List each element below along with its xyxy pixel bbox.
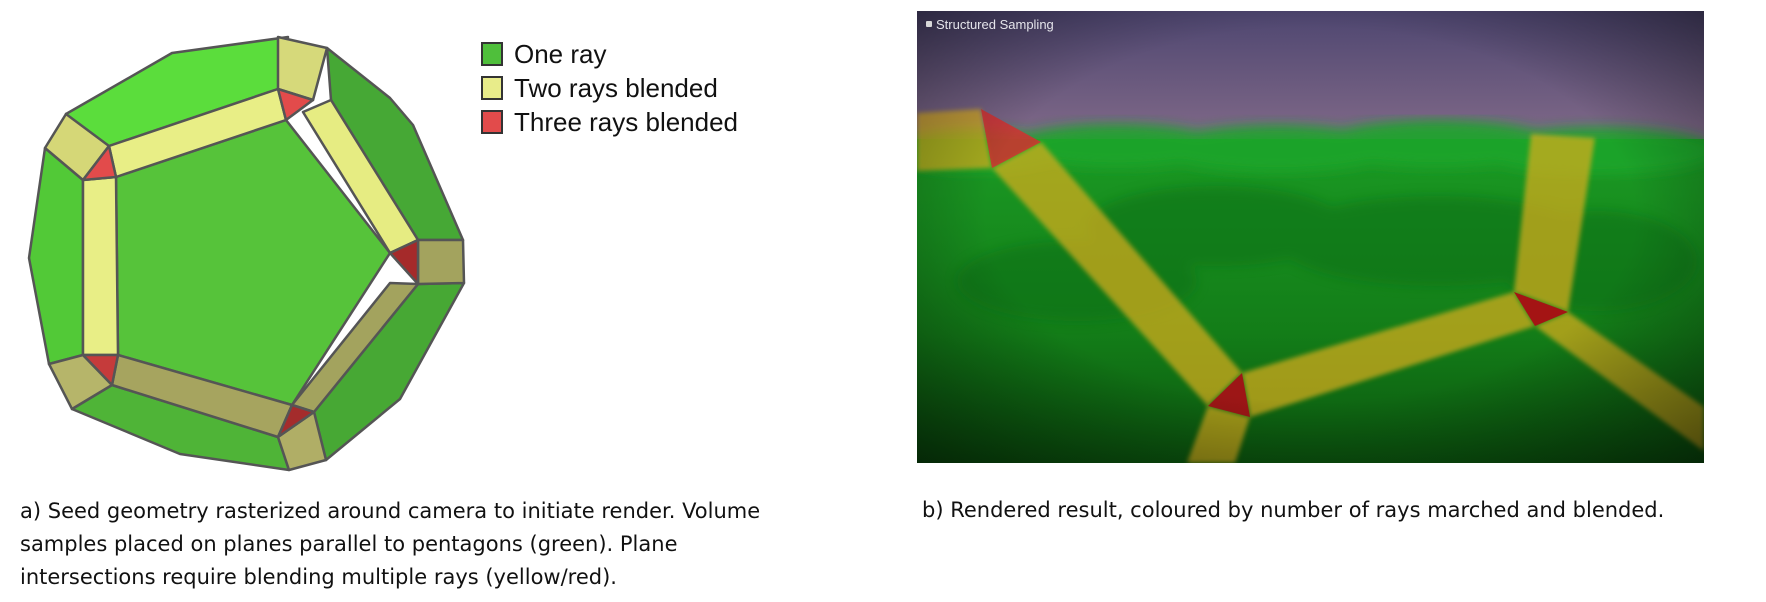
legend-swatch-red	[481, 110, 503, 134]
legend-label: Three rays blended	[514, 106, 739, 137]
legend-item-three-rays: Three rays blended	[481, 105, 738, 139]
corner-cap-right	[416, 238, 466, 286]
caption-a: a) Seed geometry rasterized around camer…	[20, 495, 800, 594]
legend: One ray Two rays blended Three rays blen…	[481, 37, 738, 139]
caption-a-line: intersections require blending multiple …	[20, 565, 617, 589]
caption-b: b) Rendered result, coloured by number o…	[922, 498, 1665, 522]
left-face	[27, 146, 85, 366]
caption-a-line: a) Seed geometry rasterized around camer…	[20, 499, 761, 523]
legend-item-two-rays: Two rays blended	[481, 71, 738, 105]
rendered-result-image	[917, 11, 1704, 463]
edge-strip-left	[81, 175, 120, 357]
caption-a-line: samples placed on planes parallel to pen…	[20, 532, 678, 556]
legend-swatch-yellow	[481, 76, 503, 100]
window-icon	[926, 21, 932, 27]
legend-label: Two rays blended	[514, 72, 718, 103]
legend-item-one-ray: One ray	[481, 37, 738, 71]
legend-label: One ray	[514, 38, 607, 69]
render-title: Structured Sampling	[936, 17, 1054, 32]
legend-swatch-green	[481, 42, 503, 66]
